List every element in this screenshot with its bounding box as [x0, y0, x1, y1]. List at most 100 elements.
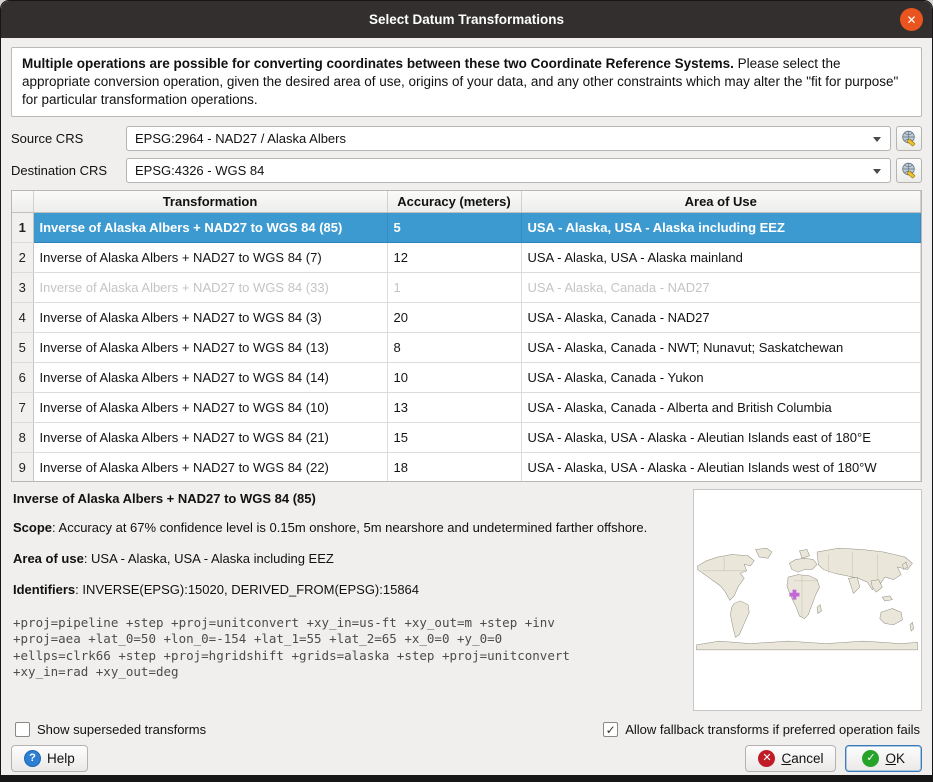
area-of-use-map-panel [693, 489, 923, 711]
help-button[interactable]: ? Help [11, 745, 88, 772]
titlebar[interactable]: Select Datum Transformations ✕ [1, 1, 932, 38]
show-superseded-label[interactable]: Show superseded transforms [37, 722, 206, 737]
transformation-cell[interactable]: Inverse of Alaska Albers + NAD27 to WGS … [33, 302, 387, 332]
source-crs-label: Source CRS [11, 131, 126, 146]
transformation-cell[interactable]: Inverse of Alaska Albers + NAD27 to WGS … [33, 242, 387, 272]
corner-header-cell [12, 191, 33, 212]
area-of-use-cell[interactable]: USA - Alaska, USA - Alaska mainland [521, 242, 921, 272]
select-datum-transformations-dialog: Select Datum Transformations ✕ Multiple … [0, 0, 933, 782]
identifiers-text: : INVERSE(EPSG):15020, DERIVED_FROM(EPSG… [75, 582, 419, 597]
table-row[interactable]: 5 Inverse of Alaska Albers + NAD27 to WG… [12, 332, 921, 362]
transformation-cell[interactable]: Inverse of Alaska Albers + NAD27 to WGS … [33, 392, 387, 422]
destination-crs-value: EPSG:4326 - WGS 84 [135, 163, 264, 178]
details-text: Inverse of Alaska Albers + NAD27 to WGS … [11, 489, 683, 713]
accuracy-cell[interactable]: 8 [387, 332, 521, 362]
area-of-use-label: Area of use [13, 551, 84, 566]
transformations-table: Transformation Accuracy (meters) Area of… [11, 190, 922, 482]
column-header-transformation[interactable]: Transformation [33, 191, 387, 212]
cancel-button[interactable]: ✕ Cancel [745, 745, 836, 772]
destination-crs-label: Destination CRS [11, 163, 126, 178]
area-of-use-cell[interactable]: USA - Alaska, USA - Alaska including EEZ [521, 212, 921, 242]
intro-bold: Multiple operations are possible for con… [22, 56, 734, 71]
globe-pencil-icon [901, 162, 918, 179]
area-of-use-cell[interactable]: USA - Alaska, Canada - Alberta and Briti… [521, 392, 921, 422]
selected-transform-details: Inverse of Alaska Albers + NAD27 to WGS … [11, 489, 922, 713]
scope-text: : Accuracy at 67% confidence level is 0.… [52, 520, 647, 535]
world-map [694, 541, 920, 659]
select-destination-crs-button[interactable] [896, 158, 922, 183]
accuracy-cell[interactable]: 18 [387, 452, 521, 482]
transformation-cell[interactable]: Inverse of Alaska Albers + NAD27 to WGS … [33, 422, 387, 452]
row-number: 8 [12, 422, 33, 452]
allow-fallback-label[interactable]: Allow fallback transforms if preferred o… [625, 722, 920, 737]
row-number: 7 [12, 392, 33, 422]
area-of-use-cell[interactable]: USA - Alaska, Canada - NAD27 [521, 302, 921, 332]
chevron-down-icon [873, 169, 881, 174]
transformation-cell[interactable]: Inverse of Alaska Albers + NAD27 to WGS … [33, 362, 387, 392]
source-crs-value: EPSG:2964 - NAD27 / Alaska Albers [135, 131, 346, 146]
transformation-cell[interactable]: Inverse of Alaska Albers + NAD27 to WGS … [33, 452, 387, 482]
help-icon: ? [24, 750, 41, 767]
help-button-label: Help [47, 751, 75, 766]
area-of-use-cell[interactable]: USA - Alaska, USA - Alaska - Aleutian Is… [521, 422, 921, 452]
column-header-area-of-use[interactable]: Area of Use [521, 191, 921, 212]
scope-label: Scope [13, 520, 52, 535]
row-number: 3 [12, 272, 33, 302]
table-row[interactable]: 8 Inverse of Alaska Albers + NAD27 to WG… [12, 422, 921, 452]
area-of-use-text: : USA - Alaska, USA - Alaska including E… [84, 551, 334, 566]
destination-crs-combobox[interactable]: EPSG:4326 - WGS 84 [126, 158, 891, 183]
transformation-cell[interactable]: Inverse of Alaska Albers + NAD27 to WGS … [33, 272, 387, 302]
row-number: 2 [12, 242, 33, 272]
checkbox-checked-icon[interactable]: ✓ [603, 722, 618, 737]
dialog-content: Multiple operations are possible for con… [1, 38, 932, 772]
close-icon[interactable]: ✕ [900, 8, 923, 31]
table-row[interactable]: 1 Inverse of Alaska Albers + NAD27 to WG… [12, 212, 921, 242]
ok-button-label: OK [885, 751, 905, 766]
details-area-of-use: Area of use: USA - Alaska, USA - Alaska … [13, 551, 673, 568]
identifiers-label: Identifiers [13, 582, 75, 597]
show-superseded-checkbox[interactable]: Show superseded transforms [15, 722, 206, 737]
area-of-use-cell[interactable]: USA - Alaska, USA - Alaska - Aleutian Is… [521, 452, 921, 482]
accuracy-cell[interactable]: 15 [387, 422, 521, 452]
chevron-down-icon [873, 137, 881, 142]
accuracy-cell[interactable]: 20 [387, 302, 521, 332]
source-crs-row: Source CRS EPSG:2964 - NAD27 / Alaska Al… [11, 125, 922, 151]
intro-text: Multiple operations are possible for con… [11, 47, 922, 117]
table-header-row: Transformation Accuracy (meters) Area of… [12, 191, 921, 212]
select-source-crs-button[interactable] [896, 126, 922, 151]
details-identifiers: Identifiers: INVERSE(EPSG):15020, DERIVE… [13, 582, 673, 599]
area-of-use-cell[interactable]: USA - Alaska, Canada - Yukon [521, 362, 921, 392]
transformation-cell[interactable]: Inverse of Alaska Albers + NAD27 to WGS … [33, 332, 387, 362]
details-scope: Scope: Accuracy at 67% confidence level … [13, 520, 673, 537]
table-row[interactable]: 2 Inverse of Alaska Albers + NAD27 to WG… [12, 242, 921, 272]
column-header-accuracy[interactable]: Accuracy (meters) [387, 191, 521, 212]
table-row[interactable]: 9 Inverse of Alaska Albers + NAD27 to WG… [12, 452, 921, 482]
row-number: 5 [12, 332, 33, 362]
area-of-use-cell[interactable]: USA - Alaska, Canada - NAD27 [521, 272, 921, 302]
row-number: 1 [12, 212, 33, 242]
row-number: 4 [12, 302, 33, 332]
row-number: 9 [12, 452, 33, 482]
table-row[interactable]: 7 Inverse of Alaska Albers + NAD27 to WG… [12, 392, 921, 422]
globe-pencil-icon [901, 130, 918, 147]
row-number: 6 [12, 362, 33, 392]
checkbox-unchecked-icon[interactable] [15, 722, 30, 737]
transformation-cell[interactable]: Inverse of Alaska Albers + NAD27 to WGS … [33, 212, 387, 242]
area-of-use-cell[interactable]: USA - Alaska, Canada - NWT; Nunavut; Sas… [521, 332, 921, 362]
table-row[interactable]: 6 Inverse of Alaska Albers + NAD27 to WG… [12, 362, 921, 392]
accuracy-cell[interactable]: 13 [387, 392, 521, 422]
table-row[interactable]: 3 Inverse of Alaska Albers + NAD27 to WG… [12, 272, 921, 302]
accuracy-cell[interactable]: 10 [387, 362, 521, 392]
dialog-title: Select Datum Transformations [369, 12, 564, 27]
accuracy-cell[interactable]: 1 [387, 272, 521, 302]
accuracy-cell[interactable]: 5 [387, 212, 521, 242]
action-buttons: ✕ Cancel ✓ OK [745, 745, 922, 772]
check-icon: ✓ [606, 723, 616, 737]
accuracy-cell[interactable]: 12 [387, 242, 521, 272]
table-row[interactable]: 4 Inverse of Alaska Albers + NAD27 to WG… [12, 302, 921, 332]
proj-pipeline-string: +proj=pipeline +step +proj=unitconvert +… [13, 615, 683, 681]
ok-icon: ✓ [862, 750, 879, 767]
allow-fallback-checkbox[interactable]: ✓ Allow fallback transforms if preferred… [603, 722, 920, 737]
source-crs-combobox[interactable]: EPSG:2964 - NAD27 / Alaska Albers [126, 126, 891, 151]
ok-button[interactable]: ✓ OK [845, 745, 922, 772]
